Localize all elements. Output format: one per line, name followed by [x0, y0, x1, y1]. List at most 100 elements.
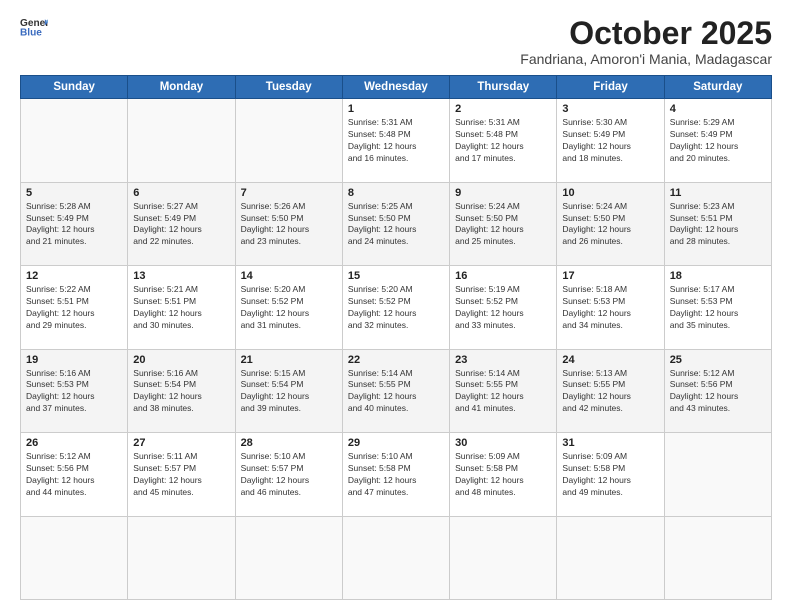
- calendar-row: 19 Sunrise: 5:16 AM Sunset: 5:53 PM Dayli…: [21, 349, 772, 432]
- day-info: Sunrise: 5:14 AM Sunset: 5:55 PM Dayligh…: [455, 368, 551, 416]
- calendar-cell: [450, 516, 557, 599]
- day-number: 21: [241, 354, 337, 366]
- day-number: 8: [348, 187, 444, 199]
- calendar-cell: 20Sunrise: 5:16 AM Sunset: 5:54 PM Dayli…: [128, 349, 235, 432]
- day-number: 13: [133, 270, 229, 282]
- day-number: 18: [670, 270, 766, 282]
- calendar-cell: 10 Sunrise: 5:24 AM Sunset: 5:50 PM Dayli…: [557, 182, 664, 265]
- day-info: Sunrise: 5:09 AM Sunset: 5:58 PM Dayligh…: [455, 451, 551, 499]
- calendar-row: 12Sunrise: 5:22 AM Sunset: 5:51 PM Dayli…: [21, 266, 772, 349]
- calendar-cell: 7 Sunrise: 5:26 AM Sunset: 5:50 PM Daylig…: [235, 182, 342, 265]
- calendar-cell: [128, 99, 235, 182]
- day-number: 10: [562, 187, 658, 199]
- day-info: Sunrise: 5:30 AM Sunset: 5:49 PM Dayligh…: [562, 117, 658, 165]
- calendar-cell: 25Sunrise: 5:12 AM Sunset: 5:56 PM Dayli…: [664, 349, 771, 432]
- day-info: Sunrise: 5:24 AM Sunset: 5:50 PM Dayligh…: [562, 201, 658, 249]
- day-number: 15: [348, 270, 444, 282]
- day-number: 17: [562, 270, 658, 282]
- calendar-cell: 31 Sunrise: 5:09 AM Sunset: 5:58 PM Dayli…: [557, 433, 664, 516]
- page: General Blue October 2025 Fandriana, Amo…: [0, 0, 792, 612]
- header-monday: Monday: [128, 76, 235, 99]
- calendar-cell: [235, 99, 342, 182]
- day-info: Sunrise: 5:31 AM Sunset: 5:48 PM Dayligh…: [348, 117, 444, 165]
- svg-text:Blue: Blue: [20, 28, 42, 38]
- day-info: Sunrise: 5:15 AM Sunset: 5:54 PM Dayligh…: [241, 368, 337, 416]
- day-info: Sunrise: 5:20 AM Sunset: 5:52 PM Dayligh…: [348, 284, 444, 332]
- day-info: Sunrise: 5:17 AM Sunset: 5:53 PM Dayligh…: [670, 284, 766, 332]
- day-info: Sunrise: 5:27 AM Sunset: 5:49 PM Dayligh…: [133, 201, 229, 249]
- day-number: 1: [348, 103, 444, 115]
- day-info: Sunrise: 5:16 AM Sunset: 5:53 PM Dayligh…: [26, 368, 122, 416]
- day-number: 5: [26, 187, 122, 199]
- day-info: Sunrise: 5:21 AM Sunset: 5:51 PM Dayligh…: [133, 284, 229, 332]
- calendar-cell: 19 Sunrise: 5:16 AM Sunset: 5:53 PM Dayli…: [21, 349, 128, 432]
- day-number: 11: [670, 187, 766, 199]
- calendar-cell: [664, 516, 771, 599]
- calendar-cell: [342, 516, 449, 599]
- day-number: 7: [241, 187, 337, 199]
- calendar-cell: 16Sunrise: 5:19 AM Sunset: 5:52 PM Dayli…: [450, 266, 557, 349]
- weekday-header-row: Sunday Monday Tuesday Wednesday Thursday…: [21, 76, 772, 99]
- calendar-cell: 5 Sunrise: 5:28 AM Sunset: 5:49 PM Daylig…: [21, 182, 128, 265]
- day-info: Sunrise: 5:10 AM Sunset: 5:58 PM Dayligh…: [348, 451, 444, 499]
- day-info: Sunrise: 5:11 AM Sunset: 5:57 PM Dayligh…: [133, 451, 229, 499]
- day-number: 24: [562, 354, 658, 366]
- calendar-row: [21, 516, 772, 599]
- day-number: 19: [26, 354, 122, 366]
- calendar-cell: 12Sunrise: 5:22 AM Sunset: 5:51 PM Dayli…: [21, 266, 128, 349]
- day-info: Sunrise: 5:16 AM Sunset: 5:54 PM Dayligh…: [133, 368, 229, 416]
- day-info: Sunrise: 5:09 AM Sunset: 5:58 PM Dayligh…: [562, 451, 658, 499]
- calendar-cell: 26Sunrise: 5:12 AM Sunset: 5:56 PM Dayli…: [21, 433, 128, 516]
- day-number: 30: [455, 437, 551, 449]
- day-info: Sunrise: 5:10 AM Sunset: 5:57 PM Dayligh…: [241, 451, 337, 499]
- day-info: Sunrise: 5:23 AM Sunset: 5:51 PM Dayligh…: [670, 201, 766, 249]
- calendar-cell: 11 Sunrise: 5:23 AM Sunset: 5:51 PM Dayli…: [664, 182, 771, 265]
- day-number: 9: [455, 187, 551, 199]
- header: General Blue October 2025 Fandriana, Amo…: [20, 16, 772, 67]
- day-info: Sunrise: 5:20 AM Sunset: 5:52 PM Dayligh…: [241, 284, 337, 332]
- calendar-table: Sunday Monday Tuesday Wednesday Thursday…: [20, 75, 772, 600]
- calendar-cell: 4 Sunrise: 5:29 AM Sunset: 5:49 PM Daylig…: [664, 99, 771, 182]
- day-info: Sunrise: 5:25 AM Sunset: 5:50 PM Dayligh…: [348, 201, 444, 249]
- calendar-cell: 3Sunrise: 5:30 AM Sunset: 5:49 PM Daylig…: [557, 99, 664, 182]
- location-subtitle: Fandriana, Amoron'i Mania, Madagascar: [520, 51, 772, 67]
- day-number: 25: [670, 354, 766, 366]
- calendar-cell: 29Sunrise: 5:10 AM Sunset: 5:58 PM Dayli…: [342, 433, 449, 516]
- day-number: 22: [348, 354, 444, 366]
- calendar-cell: 22Sunrise: 5:14 AM Sunset: 5:55 PM Dayli…: [342, 349, 449, 432]
- day-number: 31: [562, 437, 658, 449]
- header-wednesday: Wednesday: [342, 76, 449, 99]
- calendar-row: 26Sunrise: 5:12 AM Sunset: 5:56 PM Dayli…: [21, 433, 772, 516]
- day-info: Sunrise: 5:28 AM Sunset: 5:49 PM Dayligh…: [26, 201, 122, 249]
- day-number: 14: [241, 270, 337, 282]
- day-number: 6: [133, 187, 229, 199]
- calendar-cell: 14 Sunrise: 5:20 AM Sunset: 5:52 PM Dayli…: [235, 266, 342, 349]
- day-info: Sunrise: 5:29 AM Sunset: 5:49 PM Dayligh…: [670, 117, 766, 165]
- calendar-cell: 24 Sunrise: 5:13 AM Sunset: 5:55 PM Dayli…: [557, 349, 664, 432]
- header-sunday: Sunday: [21, 76, 128, 99]
- calendar-cell: 15 Sunrise: 5:20 AM Sunset: 5:52 PM Dayli…: [342, 266, 449, 349]
- day-info: Sunrise: 5:31 AM Sunset: 5:48 PM Dayligh…: [455, 117, 551, 165]
- calendar-cell: 23Sunrise: 5:14 AM Sunset: 5:55 PM Dayli…: [450, 349, 557, 432]
- calendar-cell: 21 Sunrise: 5:15 AM Sunset: 5:54 PM Dayli…: [235, 349, 342, 432]
- calendar-cell: 8 Sunrise: 5:25 AM Sunset: 5:50 PM Daylig…: [342, 182, 449, 265]
- day-number: 12: [26, 270, 122, 282]
- logo: General Blue: [20, 16, 48, 38]
- calendar-row: 5 Sunrise: 5:28 AM Sunset: 5:49 PM Daylig…: [21, 182, 772, 265]
- day-info: Sunrise: 5:26 AM Sunset: 5:50 PM Dayligh…: [241, 201, 337, 249]
- day-number: 27: [133, 437, 229, 449]
- calendar-cell: 9 Sunrise: 5:24 AM Sunset: 5:50 PM Daylig…: [450, 182, 557, 265]
- calendar-row: 1 Sunrise: 5:31 AM Sunset: 5:48 PM Daylig…: [21, 99, 772, 182]
- header-friday: Friday: [557, 76, 664, 99]
- day-info: Sunrise: 5:13 AM Sunset: 5:55 PM Dayligh…: [562, 368, 658, 416]
- day-number: 16: [455, 270, 551, 282]
- calendar-cell: 13 Sunrise: 5:21 AM Sunset: 5:51 PM Dayli…: [128, 266, 235, 349]
- month-title: October 2025: [520, 16, 772, 51]
- day-number: 28: [241, 437, 337, 449]
- calendar-cell: [21, 99, 128, 182]
- day-info: Sunrise: 5:24 AM Sunset: 5:50 PM Dayligh…: [455, 201, 551, 249]
- calendar-cell: [128, 516, 235, 599]
- day-number: 4: [670, 103, 766, 115]
- calendar-cell: [557, 516, 664, 599]
- title-block: October 2025 Fandriana, Amoron'i Mania, …: [520, 16, 772, 67]
